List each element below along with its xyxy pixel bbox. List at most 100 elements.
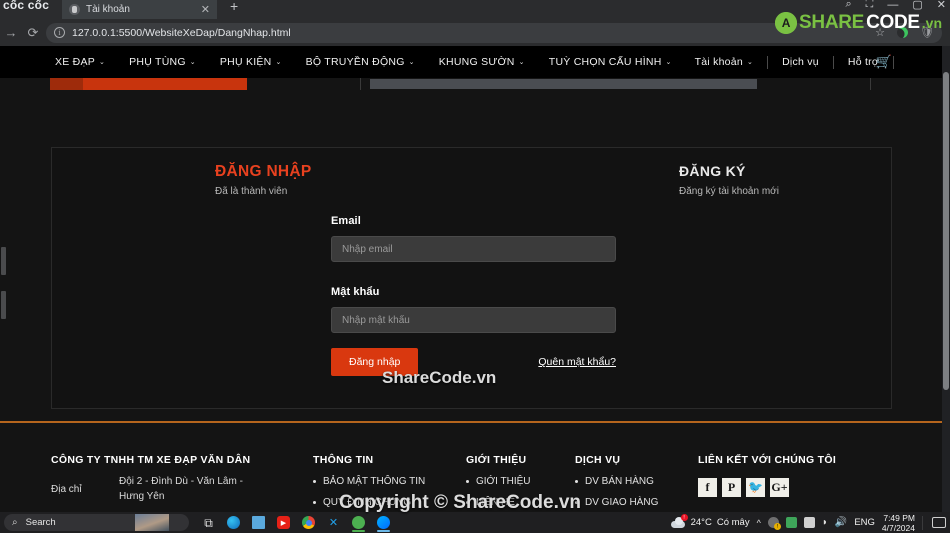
taskbar-clock[interactable]: 7:49 PM 4/7/2024	[882, 513, 915, 533]
page-scrollbar-vertical[interactable]	[942, 46, 950, 512]
nav-label: Hỗ trợ	[847, 56, 879, 68]
chevron-down-icon: ⌄	[518, 59, 525, 66]
twitter-icon[interactable]: 🐦	[746, 478, 765, 497]
nav-item-phu-kien[interactable]: PHỤ KIỆN ⌄	[220, 56, 282, 68]
cart-icon[interactable]: 🛒	[876, 54, 892, 70]
window-minimize-button[interactable]: —	[887, 0, 898, 11]
google-chrome-icon[interactable]	[296, 512, 321, 533]
social-links: f P 🐦 G+	[698, 478, 836, 497]
footer-service-block: DỊCH VỤ DV BÁN HÀNG DV GIAO HÀNG	[575, 454, 658, 508]
screen: cốc cốc Tài khoản ✕ + ⌕ ⛶ — ▢ ✕ → ⟳ i 12…	[0, 0, 950, 533]
tab-favicon-icon	[69, 4, 80, 15]
footer-service-item[interactable]: DV GIAO HÀNG	[575, 497, 658, 508]
footer-link-label: LIÊN HỆ	[476, 497, 515, 508]
footer-link-label: GIỚI THIỆU	[476, 476, 531, 487]
footer-social-title: LIÊN KẾT VỚI CHÚNG TÔI	[698, 454, 837, 466]
nav-item-dich-vu[interactable]: Dịch vụ	[768, 56, 833, 68]
bullet-icon	[575, 480, 578, 483]
bookmark-star-icon[interactable]: ☆	[875, 26, 885, 39]
nav-label: XE ĐẠP	[55, 56, 96, 68]
window-restore-icon[interactable]: ⛶	[866, 0, 874, 11]
forward-button[interactable]: →	[0, 25, 22, 40]
tab-close-icon[interactable]: ✕	[201, 5, 210, 16]
reload-button[interactable]: ⟳	[22, 25, 44, 41]
footer-social-block: LIÊN KẾT VỚI CHÚNG TÔI f P 🐦 G+	[698, 454, 836, 497]
window-maximize-button[interactable]: ▢	[912, 0, 922, 11]
clipped-input-field[interactable]	[370, 79, 757, 89]
weather-widget[interactable]: ! 24°C Có mây	[670, 514, 750, 528]
login-actions: Đăng nhập Quên mật khẩu?	[331, 348, 616, 376]
login-form: Email Mật khẩu Đăng nhập Quên mật khẩu?	[331, 215, 616, 376]
login-submit-button[interactable]: Đăng nhập	[331, 348, 419, 376]
password-input[interactable]	[331, 307, 616, 333]
footer-about-item[interactable]: GIỚI THIỆU	[466, 476, 531, 487]
shield-icon[interactable]: 🛡	[920, 26, 934, 39]
footer-info-block: THÔNG TIN BẢO MẬT THÔNG TIN QUY ĐỊNH CHU…	[313, 454, 425, 508]
footer-company-title: CÔNG TY TNHH TM XE ĐẠP VĂN DÂN	[51, 454, 251, 466]
window-close-button[interactable]: ✕	[937, 0, 946, 11]
facebook-icon[interactable]: f	[698, 478, 717, 497]
microsoft-edge-icon[interactable]	[221, 512, 246, 533]
forgot-password-link[interactable]: Quên mật khẩu?	[538, 356, 616, 368]
site-info-icon[interactable]: i	[54, 27, 65, 38]
email-input[interactable]	[331, 236, 616, 262]
coccoc-browser-icon[interactable]	[346, 512, 371, 533]
battery-icon[interactable]	[785, 517, 797, 528]
site-navigation-right: Tài khoản ⌄ Dịch vụ Hỗ trợ	[681, 55, 894, 69]
show-hidden-icons-chevron-up-icon[interactable]: ^	[757, 518, 761, 528]
nav-item-tuy-chon-cau-hinh[interactable]: TUỲ CHỌN CẤU HÌNH ⌄	[549, 56, 672, 68]
register-subtitle: Đăng ký tài khoản mới	[679, 186, 779, 197]
taskbar-search-box[interactable]: ⌕ Search	[4, 514, 189, 531]
footer-address-row: Địa chỉ Đội 2 - Đình Dù - Văn Lâm - Hưng…	[51, 474, 250, 504]
bullet-icon	[466, 480, 469, 483]
clipped-upper-controls	[0, 78, 942, 92]
nav-item-khung-suon[interactable]: KHUNG SƯỜN ⌄	[439, 56, 525, 68]
clipped-red-button[interactable]	[50, 78, 247, 90]
footer-link-label: BẢO MẬT THÔNG TIN	[323, 476, 426, 487]
bullet-icon	[466, 501, 469, 504]
footer-link-label: DV BÁN HÀNG	[585, 476, 654, 487]
browser-search-icon[interactable]: ⌕	[846, 0, 852, 11]
chevron-down-icon: ⌄	[189, 59, 196, 66]
nav-label: BỘ TRUYỀN ĐỘNG	[305, 56, 405, 68]
address-bar[interactable]: i 127.0.0.1:5500/WebsiteXeDap/DangNhap.h…	[46, 22, 942, 43]
chevron-down-icon: ⌄	[746, 59, 754, 66]
footer-about-item[interactable]: LIÊN HỆ	[466, 497, 531, 508]
active-app-indicator	[352, 530, 365, 532]
google-plus-icon[interactable]: G+	[770, 478, 789, 497]
scrollbar-thumb[interactable]	[943, 72, 949, 390]
youtube-icon[interactable]: ▶	[271, 512, 296, 533]
bullet-icon	[575, 501, 578, 504]
wifi-icon[interactable]: ◗	[822, 517, 828, 528]
browser-tab-tai-khoan[interactable]: Tài khoản ✕	[62, 0, 217, 19]
bullet-icon	[313, 480, 316, 483]
new-tab-button[interactable]: +	[230, 0, 238, 13]
dark-mode-icon[interactable]	[897, 27, 909, 38]
nav-item-phu-tung[interactable]: PHỤ TÙNG ⌄	[129, 56, 196, 68]
security-warning-icon[interactable]: !	[767, 517, 781, 530]
language-indicator[interactable]: ENG	[854, 517, 875, 528]
footer-info-item[interactable]: QUY ĐỊNH CHUNG	[313, 497, 425, 508]
nav-label: KHUNG SƯỜN	[438, 56, 515, 68]
messenger-icon[interactable]	[371, 512, 396, 533]
nav-item-tai-khoan[interactable]: Tài khoản ⌄	[681, 56, 768, 68]
notification-center-icon[interactable]	[932, 517, 946, 528]
camera-icon[interactable]	[803, 517, 815, 528]
clock-time: 7:49 PM	[883, 512, 915, 523]
clipped-divider	[870, 78, 871, 90]
task-view-icon[interactable]: ⧉	[196, 512, 221, 533]
windows-taskbar: ⌕ Search ⧉ ▶ ✕ ! 24°C Có mây ^ ! ◗ 🔊 ENG…	[0, 512, 950, 533]
search-icon: ⌕	[12, 517, 18, 528]
footer-info-item[interactable]: BẢO MẬT THÔNG TIN	[313, 476, 425, 487]
nav-item-xe-dap[interactable]: XE ĐẠP ⌄	[55, 56, 105, 68]
volume-icon[interactable]: 🔊	[835, 517, 847, 528]
window-controls: ⌕ ⛶ — ▢ ✕	[846, 0, 947, 11]
nav-item-bo-truyen-dong[interactable]: BỘ TRUYỀN ĐỘNG ⌄	[306, 56, 415, 68]
browser-toolbar: → ⟳ i 127.0.0.1:5500/WebsiteXeDap/DangNh…	[0, 19, 950, 46]
visual-studio-code-icon[interactable]: ✕	[321, 512, 346, 533]
remote-desktop-icon[interactable]	[246, 512, 271, 533]
page-left-edge-handles[interactable]	[0, 247, 6, 319]
tray-divider	[922, 515, 923, 530]
pinterest-icon[interactable]: P	[722, 478, 741, 497]
footer-service-item[interactable]: DV BÁN HÀNG	[575, 476, 658, 487]
